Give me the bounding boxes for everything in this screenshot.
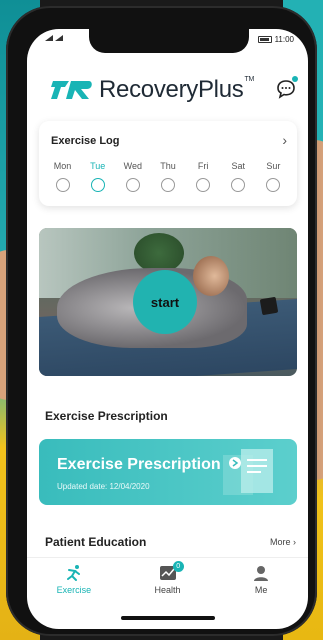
chevron-right-icon[interactable]: › xyxy=(282,132,287,148)
exercise-prescription-heading: Exercise Prescription xyxy=(45,409,168,423)
status-time: 11:00 xyxy=(274,35,294,44)
exercise-prescription-card[interactable]: Exercise Prescription Updated date: 12/0… xyxy=(39,439,297,505)
patient-education-heading: Patient Education xyxy=(45,535,147,549)
day-mon[interactable]: Mon xyxy=(47,161,79,192)
battery-icon xyxy=(257,36,272,43)
recoveryplus-logo-icon xyxy=(51,81,92,99)
day-circle xyxy=(90,178,105,192)
signal-icon xyxy=(45,35,53,41)
chevron-right-icon: › xyxy=(293,537,296,547)
exercise-log-card[interactable]: Exercise Log › Mon Tue Wed Thu Fri Sat S… xyxy=(39,121,297,206)
day-circle xyxy=(160,178,175,192)
notification-dot xyxy=(292,76,298,82)
brand-name: RecoveryPlusTM xyxy=(99,76,254,103)
exercise-video[interactable]: start xyxy=(39,228,297,376)
day-tue[interactable]: Tue xyxy=(82,161,114,192)
health-badge: 0 xyxy=(172,561,184,572)
exercise-log-title: Exercise Log xyxy=(51,135,120,147)
app-header: RecoveryPlusTM xyxy=(27,69,308,109)
tab-health[interactable]: 0 Health xyxy=(121,558,215,603)
bottom-tab-bar: Exercise 0 Health Me xyxy=(27,557,308,603)
notch xyxy=(89,29,249,53)
weekday-row: Mon Tue Wed Thu Fri Sat Sur xyxy=(39,161,297,192)
day-circle xyxy=(55,178,70,192)
day-circle xyxy=(196,178,211,192)
day-thu[interactable]: Thu xyxy=(152,161,184,192)
tab-exercise[interactable]: Exercise xyxy=(27,558,121,603)
home-indicator[interactable] xyxy=(121,616,215,620)
prescription-card-title: Exercise Prescription xyxy=(57,456,221,473)
start-button[interactable]: start xyxy=(133,270,197,334)
day-wed[interactable]: Wed xyxy=(117,161,149,192)
profile-icon xyxy=(254,566,269,581)
exercise-icon xyxy=(66,565,80,581)
signal-icon xyxy=(55,35,63,41)
day-sat[interactable]: Sat xyxy=(222,161,254,192)
prescription-updated-date: Updated date: 12/04/2020 xyxy=(57,482,150,491)
document-icon xyxy=(223,449,273,495)
day-sun[interactable]: Sur xyxy=(257,161,289,192)
day-circle xyxy=(125,178,140,192)
day-fri[interactable]: Fri xyxy=(187,161,219,192)
phone-frame: 11:00 RecoveryPlusTM Exercise Log › Mon xyxy=(6,6,317,636)
chat-bubble-icon[interactable] xyxy=(276,79,296,99)
day-circle xyxy=(231,178,246,192)
day-circle xyxy=(266,178,281,192)
app-screen: 11:00 RecoveryPlusTM Exercise Log › Mon xyxy=(27,29,308,629)
brand-logo: RecoveryPlusTM xyxy=(51,76,254,104)
more-link[interactable]: More › xyxy=(270,537,296,547)
tab-me[interactable]: Me xyxy=(214,558,308,603)
